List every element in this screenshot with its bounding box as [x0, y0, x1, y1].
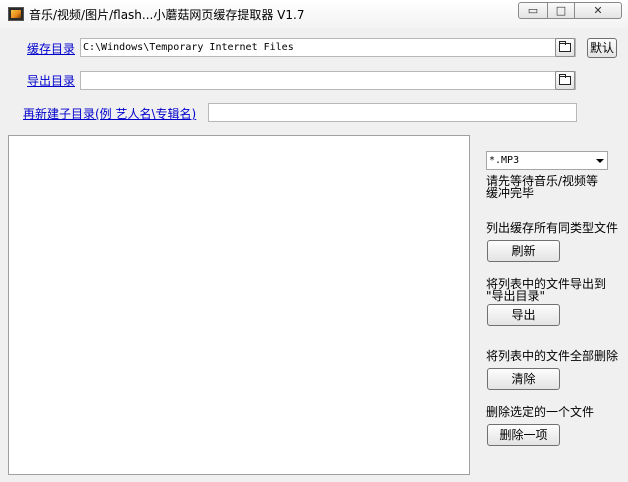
- app-icon: [8, 7, 24, 21]
- file-list[interactable]: [8, 135, 470, 475]
- clear-desc: 将列表中的文件全部删除: [486, 349, 619, 363]
- file-type-select[interactable]: *.MP3: [486, 151, 608, 170]
- maximize-button[interactable]: □: [547, 2, 575, 19]
- refresh-desc: 列出缓存所有同类型文件: [486, 221, 619, 235]
- cache-dir-input[interactable]: C:\Windows\Temporary Internet Files: [80, 38, 576, 57]
- refresh-button[interactable]: 刷新: [487, 240, 560, 262]
- title-bar[interactable]: 音乐/视频/图片/flash...小蘑菇网页缓存提取器 V1.7 ▭ □ ✕: [0, 0, 628, 28]
- folder-open-icon: [559, 41, 571, 52]
- chevron-down-icon[interactable]: [596, 159, 604, 163]
- close-button[interactable]: ✕: [574, 2, 622, 19]
- clear-button[interactable]: 清除: [487, 368, 560, 390]
- delete-one-button[interactable]: 删除一项: [487, 424, 560, 446]
- window-title: 音乐/视频/图片/flash...小蘑菇网页缓存提取器 V1.7: [29, 8, 305, 22]
- file-type-value: *.MP3: [489, 155, 520, 166]
- browse-export-button[interactable]: [555, 71, 575, 90]
- minimize-button[interactable]: ▭: [518, 2, 548, 19]
- export-button[interactable]: 导出: [487, 304, 560, 326]
- client-area: 缓存目录 C:\Windows\Temporary Internet Files…: [0, 28, 628, 482]
- wait-note-line2: 缓冲完毕: [486, 186, 535, 200]
- folder-open-icon: [559, 74, 571, 85]
- default-button[interactable]: 默认: [587, 38, 617, 58]
- subdir-label[interactable]: 再新建子目录(例 艺人名\专辑名): [23, 105, 196, 122]
- delete-one-desc: 删除选定的一个文件: [486, 405, 595, 419]
- browse-cache-button[interactable]: [555, 38, 575, 57]
- subdir-input[interactable]: [208, 103, 577, 122]
- cache-dir-label[interactable]: 缓存目录: [27, 40, 75, 57]
- export-dir-input[interactable]: [80, 71, 576, 90]
- export-dir-label[interactable]: 导出目录: [27, 72, 75, 89]
- export-desc-line2: "导出目录": [486, 289, 546, 303]
